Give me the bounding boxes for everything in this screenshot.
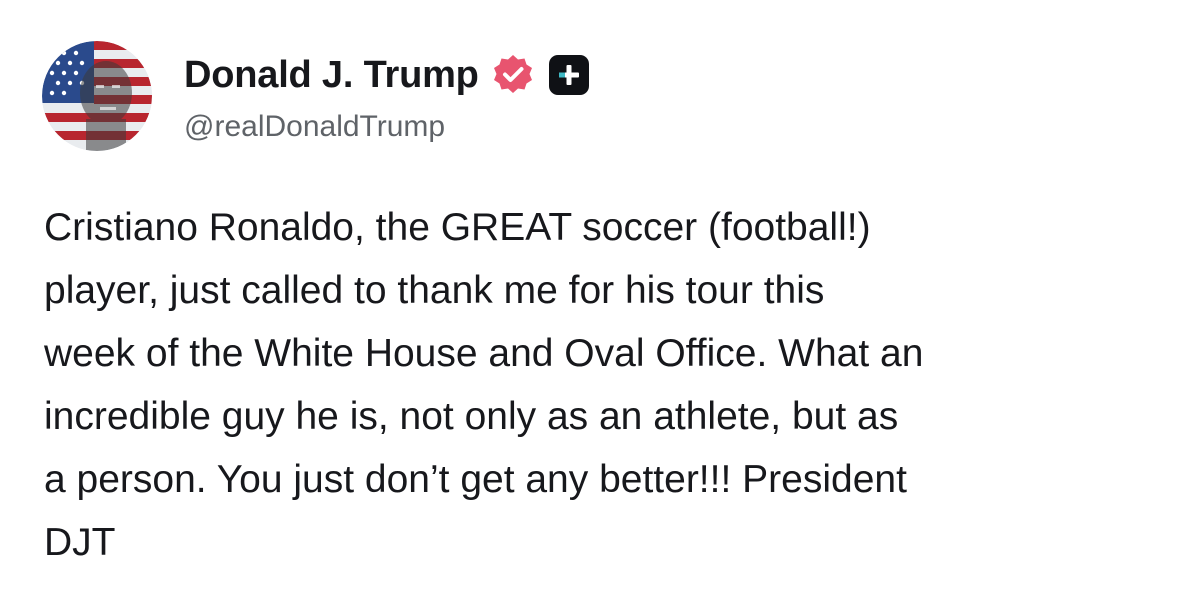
- verified-badge-icon: [491, 53, 535, 97]
- plus-badge-icon: [548, 55, 589, 95]
- author-handle[interactable]: @realDonaldTrump: [184, 110, 589, 144]
- post-header: Donald J. Trump @realDonaldTrump: [42, 40, 589, 152]
- post-body-line: week of the White House and Oval Office.…: [44, 332, 924, 375]
- post-body-line: player, just called to thank me for his …: [44, 269, 825, 312]
- author-identity: Donald J. Trump @realDonaldTrump: [184, 48, 589, 144]
- post-card: Donald J. Trump @realDonaldTrump Cristia…: [0, 0, 1200, 614]
- avatar-image: [42, 41, 152, 151]
- avatar[interactable]: [42, 41, 152, 151]
- post-body-line: a person. You just don’t get any better!…: [44, 458, 907, 501]
- post-body: Cristiano Ronaldo, the GREAT soccer (foo…: [44, 196, 1164, 574]
- post-body-line: incredible guy he is, not only as an ath…: [44, 395, 899, 438]
- name-row: Donald J. Trump: [184, 48, 589, 102]
- author-display-name[interactable]: Donald J. Trump: [184, 54, 479, 97]
- post-body-line: DJT: [44, 521, 116, 564]
- post-body-line: Cristiano Ronaldo, the GREAT soccer (foo…: [44, 206, 871, 249]
